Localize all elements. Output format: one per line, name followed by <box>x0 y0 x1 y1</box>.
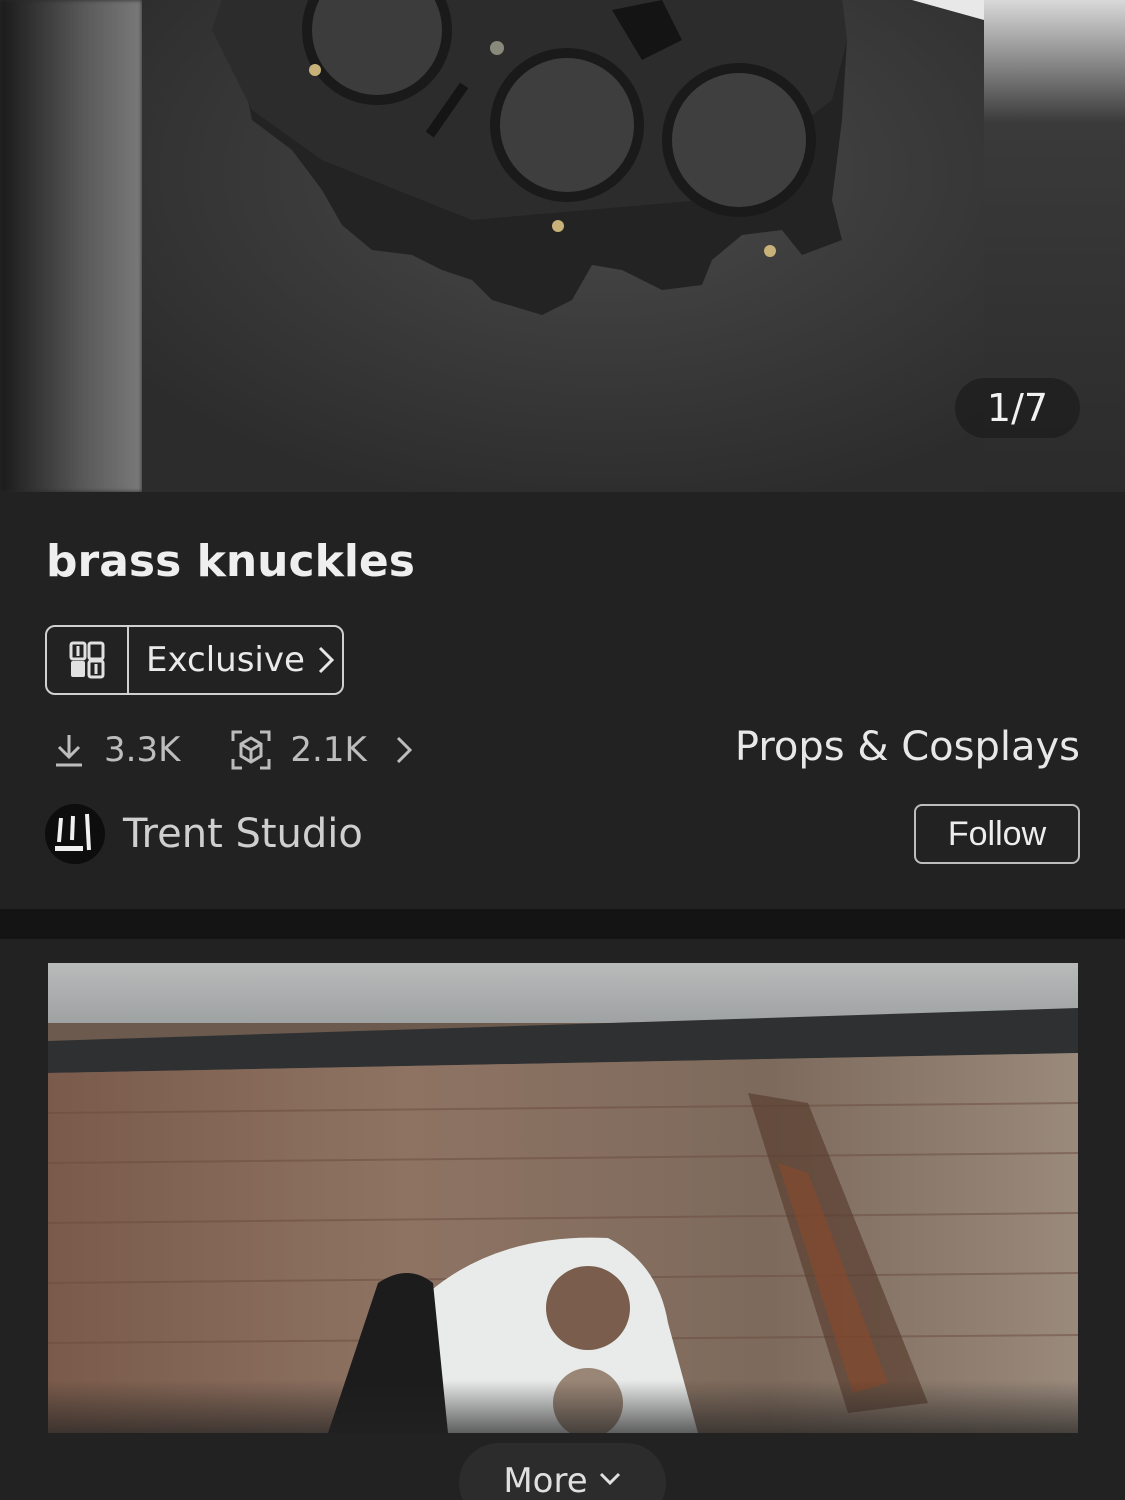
downloads-count: 3.3K <box>104 730 181 770</box>
chevron-down-icon <box>598 1461 622 1500</box>
image-counter: 1/7 <box>955 378 1080 438</box>
more-button[interactable]: More <box>459 1443 666 1500</box>
hero-photo <box>142 0 984 492</box>
category-link[interactable]: Props & Cosplays <box>735 724 1080 770</box>
hero-blur-left <box>0 0 142 492</box>
model-stats[interactable]: 3.3K 2.1K <box>52 722 413 778</box>
author-name: Trent Studio <box>123 811 363 857</box>
chevron-right-icon <box>395 735 413 765</box>
model-title: brass knuckles <box>46 536 415 587</box>
chevron-right-icon <box>317 645 335 675</box>
prints-count: 2.1K <box>290 730 367 770</box>
avatar <box>45 804 105 864</box>
section-divider <box>0 909 1125 939</box>
detail-image[interactable] <box>48 963 1078 1433</box>
hero-image-carousel[interactable]: 1/7 <box>0 0 1125 492</box>
download-icon <box>56 735 82 767</box>
downloads-stat: 3.3K <box>52 730 180 770</box>
author-row[interactable]: Trent Studio <box>45 804 363 864</box>
follow-button[interactable]: Follow <box>914 804 1080 864</box>
3d-print-icon <box>231 730 271 770</box>
more-label: More <box>503 1461 588 1500</box>
exclusive-badge-button[interactable]: Exclusive <box>45 625 344 695</box>
exclusive-badge-label: Exclusive <box>146 640 305 680</box>
prints-stat: 2.1K <box>230 729 367 771</box>
cube-grid-icon <box>47 627 129 693</box>
